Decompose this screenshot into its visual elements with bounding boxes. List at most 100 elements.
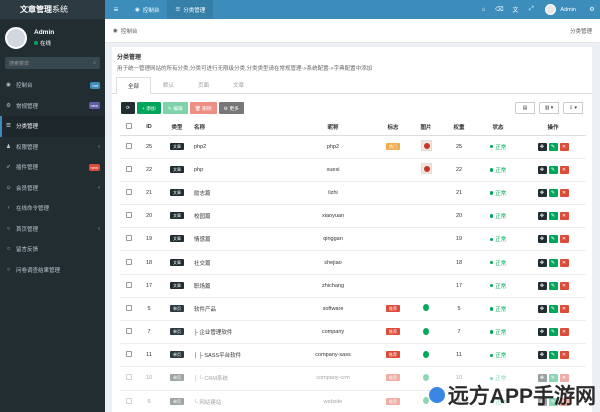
search-icon[interactable]: ⌕ (93, 60, 96, 66)
app-logo[interactable]: 文章管理 系统 (0, 0, 105, 19)
row-checkbox[interactable] (120, 227, 138, 252)
row-checkbox[interactable] (120, 158, 138, 182)
column-header[interactable]: ID (138, 119, 160, 136)
edit-button[interactable]: ✎ 编辑 (162, 102, 188, 114)
edit-icon[interactable]: ✎ (548, 328, 558, 337)
table-row[interactable]: 5 单页 软件产品 software 推荐 5 正常 ✥ ✎ ✕ (120, 297, 586, 322)
table-row[interactable]: 18 文章 社交篇 shejiao 18 正常 ✥ ✎ ✕ (120, 250, 586, 275)
user-menu[interactable]: Admin (539, 4, 584, 15)
row-checkbox[interactable] (120, 181, 138, 206)
sidebar-item-homepage[interactable]: ○ 首页管理 ‹ (0, 219, 105, 240)
drag-handle-icon[interactable]: ✥ (537, 142, 547, 151)
refresh-button[interactable]: ⟳ (121, 102, 135, 114)
sidebar-item-general[interactable]: ⚙ 常规管理 new (0, 96, 105, 117)
column-header[interactable]: 操作 (520, 119, 586, 136)
column-header[interactable]: 权重 (442, 119, 476, 136)
row-checkbox[interactable] (120, 250, 138, 275)
delete-button[interactable]: 🗑 删除 (189, 102, 217, 114)
columns-button[interactable]: ▥ ▾ (539, 102, 559, 114)
edit-icon[interactable]: ✎ (548, 304, 558, 313)
table-row[interactable]: 25 文章 php2 php2 热门 25 正常 ✥ ✎ ✕ (120, 135, 586, 159)
row-checkbox[interactable] (120, 320, 138, 345)
drag-handle-icon[interactable]: ✥ (537, 188, 547, 197)
drag-handle-icon[interactable]: ✥ (537, 165, 547, 174)
breadcrumb-home[interactable]: 控制台 (121, 27, 138, 35)
edit-icon[interactable]: ✎ (548, 351, 558, 360)
column-header[interactable]: 类型 (160, 119, 194, 136)
edit-icon[interactable]: ✎ (548, 281, 558, 290)
export-button[interactable]: ⇩ ▾ (563, 102, 583, 114)
edit-icon[interactable]: ✎ (548, 188, 558, 197)
edit-icon[interactable]: ✎ (548, 142, 558, 151)
language-icon[interactable]: 文 (507, 5, 523, 14)
delete-icon[interactable]: ✕ (559, 188, 569, 197)
thumbnail-image[interactable] (420, 163, 432, 175)
column-header[interactable]: 名称 (194, 119, 290, 136)
delete-icon[interactable]: ✕ (559, 351, 569, 360)
edit-icon[interactable]: ✎ (548, 235, 558, 244)
row-checkbox[interactable] (120, 390, 138, 412)
table-row[interactable]: 22 文章 php xuexi 22 正常 ✥ ✎ ✕ (120, 158, 586, 182)
row-checkbox[interactable] (120, 297, 138, 322)
sidebar-item-dashboard[interactable]: ◉ 控制台 hot (0, 75, 105, 96)
add-button[interactable]: + 添加 (137, 102, 161, 114)
trash-icon[interactable]: ⌫ (491, 6, 507, 13)
sidebar-item-feedback[interactable]: ○ 留言反馈 (0, 239, 105, 260)
drag-handle-icon[interactable]: ✥ (537, 304, 547, 313)
select-all-checkbox[interactable] (120, 119, 138, 136)
drag-handle-icon[interactable]: ✥ (537, 281, 547, 290)
edit-icon[interactable]: ✎ (548, 212, 558, 221)
row-checkbox[interactable] (120, 366, 138, 391)
thumbnail-image[interactable] (420, 140, 432, 152)
delete-icon[interactable]: ✕ (559, 304, 569, 313)
image-placeholder-icon[interactable] (423, 327, 429, 335)
tab-page[interactable]: 页面 (186, 76, 221, 93)
settings-icon[interactable]: ⚙ (584, 6, 600, 13)
sidebar-search-input[interactable]: 搜索菜单 ⌕ (5, 57, 100, 69)
drag-handle-icon[interactable]: ✥ (537, 235, 547, 244)
table-row[interactable]: 21 文章 励志篇 lizhi 21 正常 ✥ ✎ ✕ (120, 181, 586, 206)
delete-icon[interactable]: ✕ (559, 142, 569, 151)
column-header[interactable]: 图片 (410, 119, 442, 136)
drag-handle-icon[interactable]: ✥ (537, 351, 547, 360)
drag-handle-icon[interactable]: ✥ (537, 212, 547, 221)
sidebar-item-command[interactable]: › 在线命令管理 (0, 198, 105, 219)
column-header[interactable]: 状态 (476, 119, 520, 136)
delete-icon[interactable]: ✕ (559, 235, 569, 244)
row-checkbox[interactable] (120, 135, 138, 159)
tab-default[interactable]: 默认 (151, 76, 186, 93)
tab-article[interactable]: 文章 (221, 76, 256, 93)
table-row[interactable]: 7 单页 ├ 企业管理软件 company 推荐 7 正常 ✥ ✎ ✕ (120, 320, 586, 345)
tab-all[interactable]: 全部 (116, 77, 152, 94)
delete-icon[interactable]: ✕ (559, 165, 569, 174)
home-icon[interactable]: ⌂ (475, 7, 491, 13)
column-header[interactable]: 昵称 (290, 119, 376, 136)
delete-icon[interactable]: ✕ (559, 281, 569, 290)
row-checkbox[interactable] (120, 274, 138, 298)
sidebar-item-auth[interactable]: ♟ 权限管理 ‹ (0, 137, 105, 158)
more-button[interactable]: ⚙ 更多 (218, 102, 244, 114)
column-header[interactable]: 标志 (376, 119, 410, 136)
edit-icon[interactable]: ✎ (548, 258, 558, 267)
table-row[interactable]: 19 文章 情感篇 qinggan 19 正常 ✥ ✎ ✕ (120, 227, 586, 252)
delete-icon[interactable]: ✕ (559, 258, 569, 267)
sidebar-item-member[interactable]: ☺ 会员管理 ‹ (0, 178, 105, 199)
nav-tab-dashboard[interactable]: ◉ 控制台 (127, 0, 167, 19)
row-checkbox[interactable] (120, 204, 138, 229)
row-checkbox[interactable] (120, 343, 138, 368)
table-row[interactable]: 11 单页 │ ├ SASS平台软件 company-sass 推荐 11 正常… (120, 343, 586, 368)
fullscreen-icon[interactable]: ⤢ (523, 6, 539, 13)
table-row[interactable]: 17 文章 职场篇 zhichang 17 正常 ✥ ✎ ✕ (120, 274, 586, 298)
delete-icon[interactable]: ✕ (559, 212, 569, 221)
toggle-view-button[interactable]: ▤ (515, 102, 535, 114)
delete-icon[interactable]: ✕ (559, 328, 569, 337)
sidebar-toggle-icon[interactable]: ≡ (105, 5, 127, 14)
drag-handle-icon[interactable]: ✥ (537, 258, 547, 267)
sidebar-item-survey[interactable]: ○ 问卷调查结果管理 (0, 260, 105, 281)
edit-icon[interactable]: ✎ (548, 165, 558, 174)
sidebar-item-addon[interactable]: ➶ 插件管理 new (0, 157, 105, 178)
table-row[interactable]: 20 文章 校园篇 xiaoyuan 20 正常 ✥ ✎ ✕ (120, 204, 586, 229)
sidebar-item-category[interactable]: ☰ 分类管理 (0, 116, 105, 137)
nav-tab-category[interactable]: ☰ 分类管理 (167, 0, 214, 19)
drag-handle-icon[interactable]: ✥ (537, 328, 547, 337)
